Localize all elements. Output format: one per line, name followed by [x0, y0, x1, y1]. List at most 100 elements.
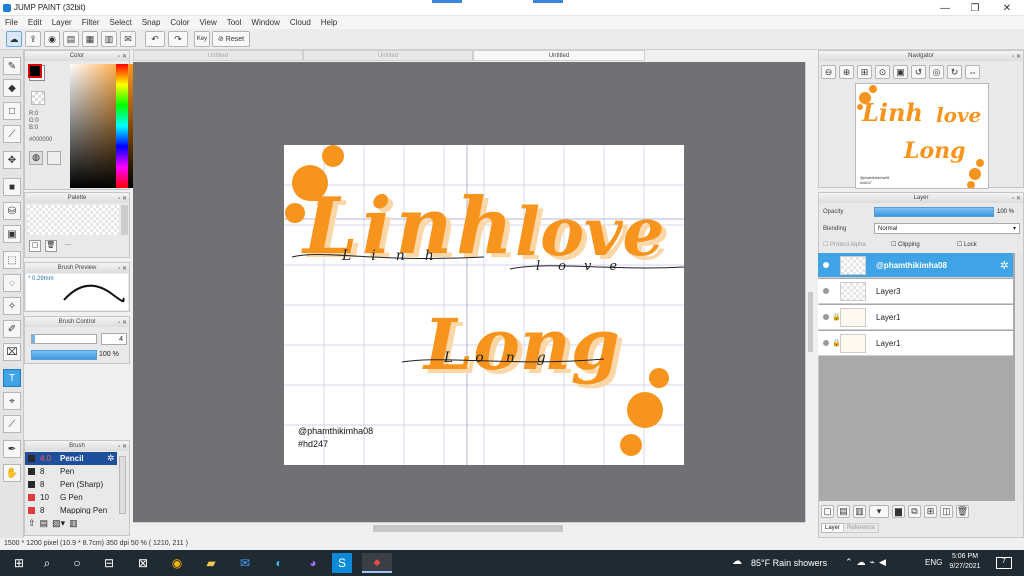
actual-size-icon[interactable]: ▣ [893, 65, 908, 79]
language-indicator[interactable]: ENG [925, 558, 942, 567]
rotate-left-icon[interactable]: ↺ [911, 65, 926, 79]
tab-reference[interactable]: Reference [843, 523, 879, 533]
chrome-icon[interactable]: ◉ [164, 553, 190, 573]
move-tool-icon[interactable]: ✥ [3, 151, 21, 169]
eyedropper-tool-icon[interactable]: ✒ [3, 440, 21, 458]
rotate-right-icon[interactable]: ↻ [947, 65, 962, 79]
select-eraser-tool-icon[interactable]: ⌧ [3, 343, 21, 361]
palette-new-icon[interactable]: ▢ [29, 240, 41, 252]
zoom-icon[interactable]: ⊙ [875, 65, 890, 79]
delete-layer-icon[interactable]: 🗑 [956, 505, 969, 518]
eraser-tool-icon[interactable]: ◆ [3, 79, 21, 97]
panel-close-icon[interactable]: ▫ ✕ [118, 318, 127, 328]
visibility-dot-icon[interactable] [823, 262, 829, 268]
menu-select[interactable]: Select [104, 16, 136, 29]
maximize-button[interactable]: ❐ [960, 0, 990, 16]
layer-row[interactable]: 🔒 Layer1 [818, 305, 1013, 330]
duplicate-layer-icon[interactable]: ⧉ [908, 505, 921, 518]
hue-slider[interactable] [116, 64, 128, 188]
speech-icon[interactable]: ◉ [44, 31, 60, 47]
mail-icon[interactable]: ✉ [232, 553, 258, 573]
minimize-button[interactable]: — [930, 0, 960, 16]
redo-icon[interactable]: ↷ [168, 31, 188, 47]
brush-tool-icon[interactable]: ✎ [3, 57, 21, 75]
visibility-dot-icon[interactable] [823, 288, 829, 294]
canvas-hscrollbar[interactable] [133, 522, 805, 534]
skype-icon[interactable]: S [332, 553, 352, 573]
brush-opacity-slider[interactable] [31, 350, 97, 360]
panel-close-icon[interactable]: ▫ ✕ [118, 264, 127, 274]
layer-list-scrollbar[interactable] [1015, 253, 1023, 501]
document-icon[interactable]: ▦ [82, 31, 98, 47]
zoom-in-icon[interactable]: ⊕ [839, 65, 854, 79]
transparent-color-swatch[interactable] [31, 91, 45, 105]
palette-scrollbar[interactable] [121, 205, 128, 235]
menu-edit[interactable]: Edit [23, 16, 47, 29]
layer-type-dropdown[interactable]: ▾ [869, 505, 889, 518]
cloud-icon[interactable]: ☁ [6, 31, 22, 47]
protect-alpha-checkbox[interactable]: ☐ Protect Alpha [823, 241, 866, 248]
undo-icon[interactable]: ↶ [145, 31, 165, 47]
clear-layer-icon[interactable]: ◫ [940, 505, 953, 518]
lock-checkbox[interactable]: ☐ Lock [957, 241, 977, 248]
menu-snap[interactable]: Snap [137, 16, 166, 29]
operation-tool-icon[interactable]: ⌖ [3, 392, 21, 410]
edge-icon[interactable]: ◐ [266, 553, 292, 573]
menu-cloud[interactable]: Cloud [285, 16, 316, 29]
lasso-tool-icon[interactable]: ◌ [3, 274, 21, 292]
brush-item[interactable]: 10 G Pen [25, 491, 117, 504]
page-icon[interactable]: ▥ [101, 31, 117, 47]
new-layer-1bit-icon[interactable]: ▥ [853, 505, 866, 518]
hand-tool-icon[interactable]: ✋ [3, 464, 21, 482]
export-icon[interactable]: ⇪ [25, 31, 41, 47]
brush-item[interactable]: 4.0 Pencil [25, 452, 117, 465]
new-layer-8bit-icon[interactable]: ▤ [837, 505, 850, 518]
bucket-tool-icon[interactable]: ⛁ [3, 202, 21, 220]
zoom-out-icon[interactable]: ⊖ [821, 65, 836, 79]
rotate-reset-icon[interactable]: ◎ [929, 65, 944, 79]
brush-copy-icon[interactable]: ▥ [69, 518, 78, 532]
brush-settings-icon[interactable]: ✲ [107, 453, 115, 464]
notification-button[interactable]: 7 [996, 557, 1012, 569]
menu-window[interactable]: Window [246, 16, 284, 29]
canvas-vscrollbar[interactable] [805, 62, 815, 522]
weather-text[interactable]: 85°F Rain showers [751, 558, 827, 568]
new-layer-icon[interactable]: ▢ [821, 505, 834, 518]
menu-file[interactable]: File [0, 16, 23, 29]
visibility-dot-icon[interactable] [823, 340, 829, 346]
reset-button[interactable]: ⊘ Reset [212, 31, 250, 47]
layer-row-selected[interactable]: @phamthikimha08 ✲ [818, 253, 1013, 278]
select-rect-tool-icon[interactable]: ⬚ [3, 251, 21, 269]
flip-icon[interactable]: ⇔ [965, 65, 980, 79]
menu-layer[interactable]: Layer [47, 16, 77, 29]
magic-wand-tool-icon[interactable]: ✧ [3, 297, 21, 315]
store-icon[interactable]: ⊠ [130, 553, 156, 573]
brush-item[interactable]: 8 Pen [25, 465, 117, 478]
clock-date[interactable]: 9/27/2021 [946, 563, 984, 570]
artwork-canvas[interactable]: Linh Linh love love Long Long Linh love … [284, 145, 684, 465]
menu-color[interactable]: Color [165, 16, 194, 29]
fit-icon[interactable]: ⊞ [857, 65, 872, 79]
line-tool-icon[interactable]: ⟋ [3, 125, 21, 143]
palette-delete-icon[interactable]: 🗑 [45, 240, 57, 252]
tab-untitled-1[interactable]: Untitled [133, 50, 303, 61]
blending-select[interactable]: Normal ▾ [874, 223, 1020, 234]
close-button[interactable]: ✕ [992, 0, 1022, 16]
cortana-icon[interactable]: ○ [64, 553, 90, 573]
brush-list-scrollbar[interactable] [119, 456, 126, 514]
clipping-checkbox[interactable]: ☐ Clipping [891, 241, 920, 248]
panel-close-icon[interactable]: ▫ ✕ [1012, 52, 1021, 62]
clock-time[interactable]: 5:06 PM [948, 553, 982, 560]
brush-size-slider[interactable] [31, 334, 97, 344]
brush-upload-icon[interactable]: ⇧ [28, 518, 36, 532]
rectangle-tool-icon[interactable]: □ [3, 102, 21, 120]
color-option-icon[interactable] [47, 151, 61, 165]
brush-folder-icon[interactable]: ▧▾ [52, 518, 65, 532]
dropper-tool-icon[interactable]: ⟋ [3, 415, 21, 433]
gradient-tool-icon[interactable]: ▣ [3, 225, 21, 243]
merge-layer-icon[interactable]: ⊞ [924, 505, 937, 518]
key-button[interactable]: Key [194, 31, 210, 47]
save-icon[interactable]: ▤ [63, 31, 79, 47]
select-pen-tool-icon[interactable]: ✐ [3, 320, 21, 338]
tab-untitled-2[interactable]: Untitled [303, 50, 473, 61]
